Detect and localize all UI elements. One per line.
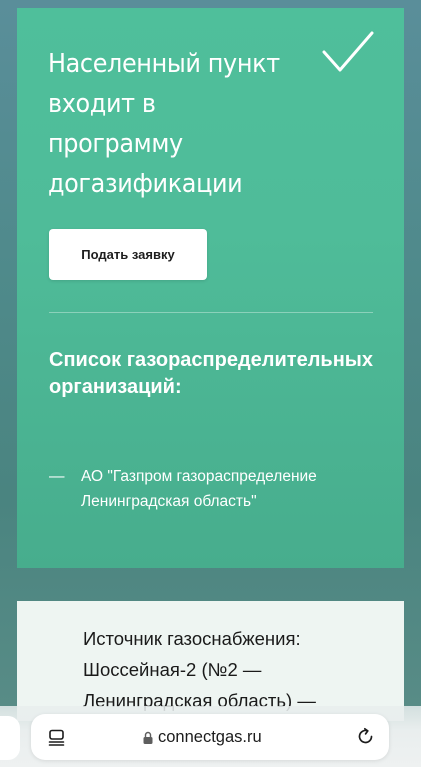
- url-display[interactable]: connectgas.ru: [143, 727, 262, 747]
- organization-list-item: — АО "Газпром газораспределение Ленингра…: [49, 464, 389, 514]
- url-text: connectgas.ru: [158, 727, 262, 746]
- status-title: Населенный пункт входит в программу дога…: [48, 49, 280, 199]
- dogasification-status-card: Населенный пункт входит в программу дога…: [17, 8, 404, 568]
- address-bar[interactable]: connectgas.ru: [31, 714, 389, 760]
- reload-icon[interactable]: [356, 727, 375, 746]
- lock-icon: [143, 731, 153, 744]
- organizations-heading: Список газораспределительных организаций…: [49, 349, 373, 398]
- previous-tab-pill[interactable]: [0, 716, 20, 760]
- submit-application-button[interactable]: Подать заявку: [49, 229, 207, 280]
- checkmark-icon: [322, 31, 374, 72]
- organization-name: АО "Газпром газораспределение Ленинградс…: [81, 468, 317, 510]
- browser-toolbar: connectgas.ru: [0, 706, 421, 767]
- gas-source-text: Источник газоснабжения: Шоссейная-2 (№2 …: [83, 628, 316, 711]
- list-dash: —: [49, 468, 65, 485]
- gas-source-card: Источник газоснабжения: Шоссейная-2 (№2 …: [17, 601, 404, 721]
- divider: [49, 312, 373, 313]
- page-menu-icon[interactable]: [48, 729, 65, 746]
